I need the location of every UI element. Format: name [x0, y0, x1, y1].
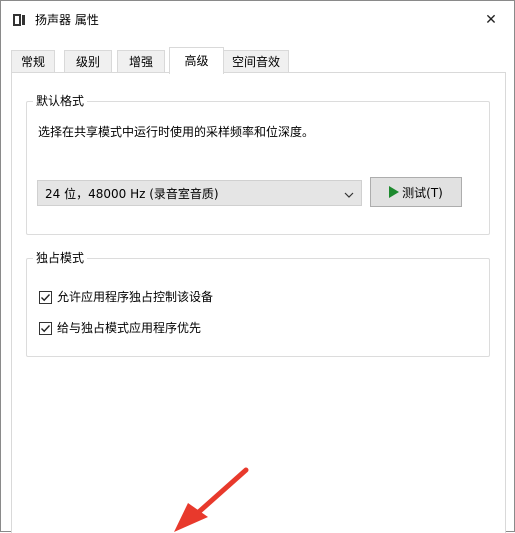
advanced-tab-panel: 默认格式 选择在共享模式中运行时使用的采样频率和位深度。 24 位，48000 …: [11, 72, 506, 533]
play-icon: [389, 186, 400, 198]
tab-enhancements[interactable]: 增强: [117, 50, 165, 73]
test-button[interactable]: 测试(T): [370, 177, 462, 207]
exclusive-priority-checkbox[interactable]: [39, 321, 52, 335]
sample-format-dropdown[interactable]: 24 位，48000 Hz (录音室音质): [37, 180, 362, 206]
tab-levels[interactable]: 级别: [64, 50, 112, 73]
exclusive-mode-group: 独占模式 允许应用程序独占控制该设备 给与独占模式应用程序优先: [26, 250, 490, 357]
title-bar[interactable]: 扬声器 属性 ✕: [1, 1, 514, 39]
speaker-icon: [11, 12, 27, 28]
chevron-down-icon: [344, 189, 354, 199]
allow-exclusive-checkbox[interactable]: [39, 290, 52, 304]
sample-format-value: 24 位，48000 Hz (录音室音质): [45, 187, 219, 201]
exclusive-priority-label: 给与独占模式应用程序优先: [57, 321, 202, 335]
default-format-description: 选择在共享模式中运行时使用的采样频率和位深度。: [38, 125, 315, 139]
tab-advanced[interactable]: 高级: [169, 47, 224, 74]
default-format-legend: 默认格式: [33, 93, 88, 109]
tab-strip: 常规 级别 增强 高级 空间音效: [11, 47, 501, 74]
close-icon: ✕: [485, 12, 497, 28]
close-button[interactable]: ✕: [468, 1, 514, 39]
tab-general[interactable]: 常规: [11, 50, 55, 73]
test-button-label: 测试(T): [402, 185, 443, 200]
speaker-properties-window: 扬声器 属性 ✕ 常规 级别 增强 高级 空间音效 默认格式 选择在共享模式中运…: [0, 0, 515, 533]
exclusive-priority-option[interactable]: 给与独占模式应用程序优先: [39, 320, 201, 336]
exclusive-mode-legend: 独占模式: [33, 250, 88, 266]
tab-spatial-sound[interactable]: 空间音效: [223, 50, 289, 73]
default-format-group: 默认格式 选择在共享模式中运行时使用的采样频率和位深度。 24 位，48000 …: [26, 93, 490, 235]
window-title: 扬声器 属性: [35, 13, 99, 27]
allow-exclusive-label: 允许应用程序独占控制该设备: [57, 290, 214, 304]
allow-exclusive-control-option[interactable]: 允许应用程序独占控制该设备: [39, 289, 213, 305]
